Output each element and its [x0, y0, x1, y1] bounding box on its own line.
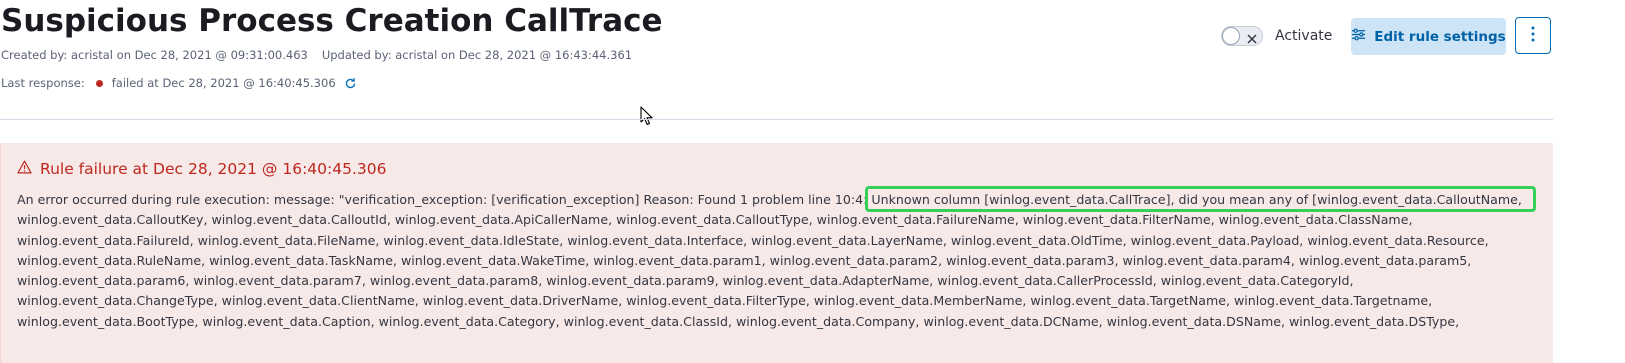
toggle-track[interactable]	[1221, 26, 1263, 46]
rule-failure-message: An error occurred during rule execution:…	[17, 190, 1547, 332]
more-actions-button[interactable]	[1515, 17, 1551, 54]
activate-switch[interactable]: Activate	[1221, 26, 1332, 46]
sliders-icon	[1351, 27, 1366, 46]
edit-rule-settings-button[interactable]: Edit rule settings	[1351, 18, 1506, 55]
error-line: winlog.event_data.ChangeType, winlog.eve…	[17, 293, 1433, 309]
mouse-pointer-icon	[640, 106, 654, 130]
warning-icon	[17, 160, 32, 178]
rule-meta: Created by: acristal on Dec 28, 2021 @ 0…	[1, 48, 632, 62]
created-by: Created by: acristal on Dec 28, 2021 @ 0…	[1, 48, 308, 62]
error-line: winlog.event_data.FailureId, winlog.even…	[17, 232, 1489, 248]
last-response-status: failed at Dec 28, 2021 @ 16:40:45.306	[111, 76, 336, 90]
updated-by: Updated by: acristal on Dec 28, 2021 @ 1…	[321, 48, 633, 62]
edit-rule-settings-label: Edit rule settings	[1374, 28, 1506, 45]
status-dot	[95, 79, 103, 87]
rule-failure-title-text: Rule failure at Dec 28, 2021 @ 16:40:45.…	[40, 160, 387, 178]
refresh-icon[interactable]	[344, 77, 357, 90]
error-line: An error occurred during rule execution:…	[17, 192, 1522, 207]
last-response: Last response: failed at Dec 28, 2021 @ …	[1, 76, 357, 90]
error-line: winlog.event_data.BootType, winlog.event…	[17, 313, 1460, 329]
error-line: winlog.event_data.RuleName, winlog.event…	[17, 252, 1472, 268]
page-title: Suspicious Process Creation CallTrace	[1, 3, 663, 39]
error-line: winlog.event_data.param6, winlog.event_d…	[17, 273, 1354, 289]
error-line: winlog.event_data.CalloutKey, winlog.eve…	[17, 212, 1413, 228]
vertical-ellipsis-icon	[1531, 26, 1535, 46]
header-divider	[0, 119, 1553, 120]
close-icon	[1246, 30, 1258, 49]
toggle-knob	[1222, 27, 1240, 45]
last-response-label: Last response:	[1, 76, 85, 90]
rule-failure-title: Rule failure at Dec 28, 2021 @ 16:40:45.…	[17, 160, 386, 178]
activate-label: Activate	[1275, 28, 1333, 44]
